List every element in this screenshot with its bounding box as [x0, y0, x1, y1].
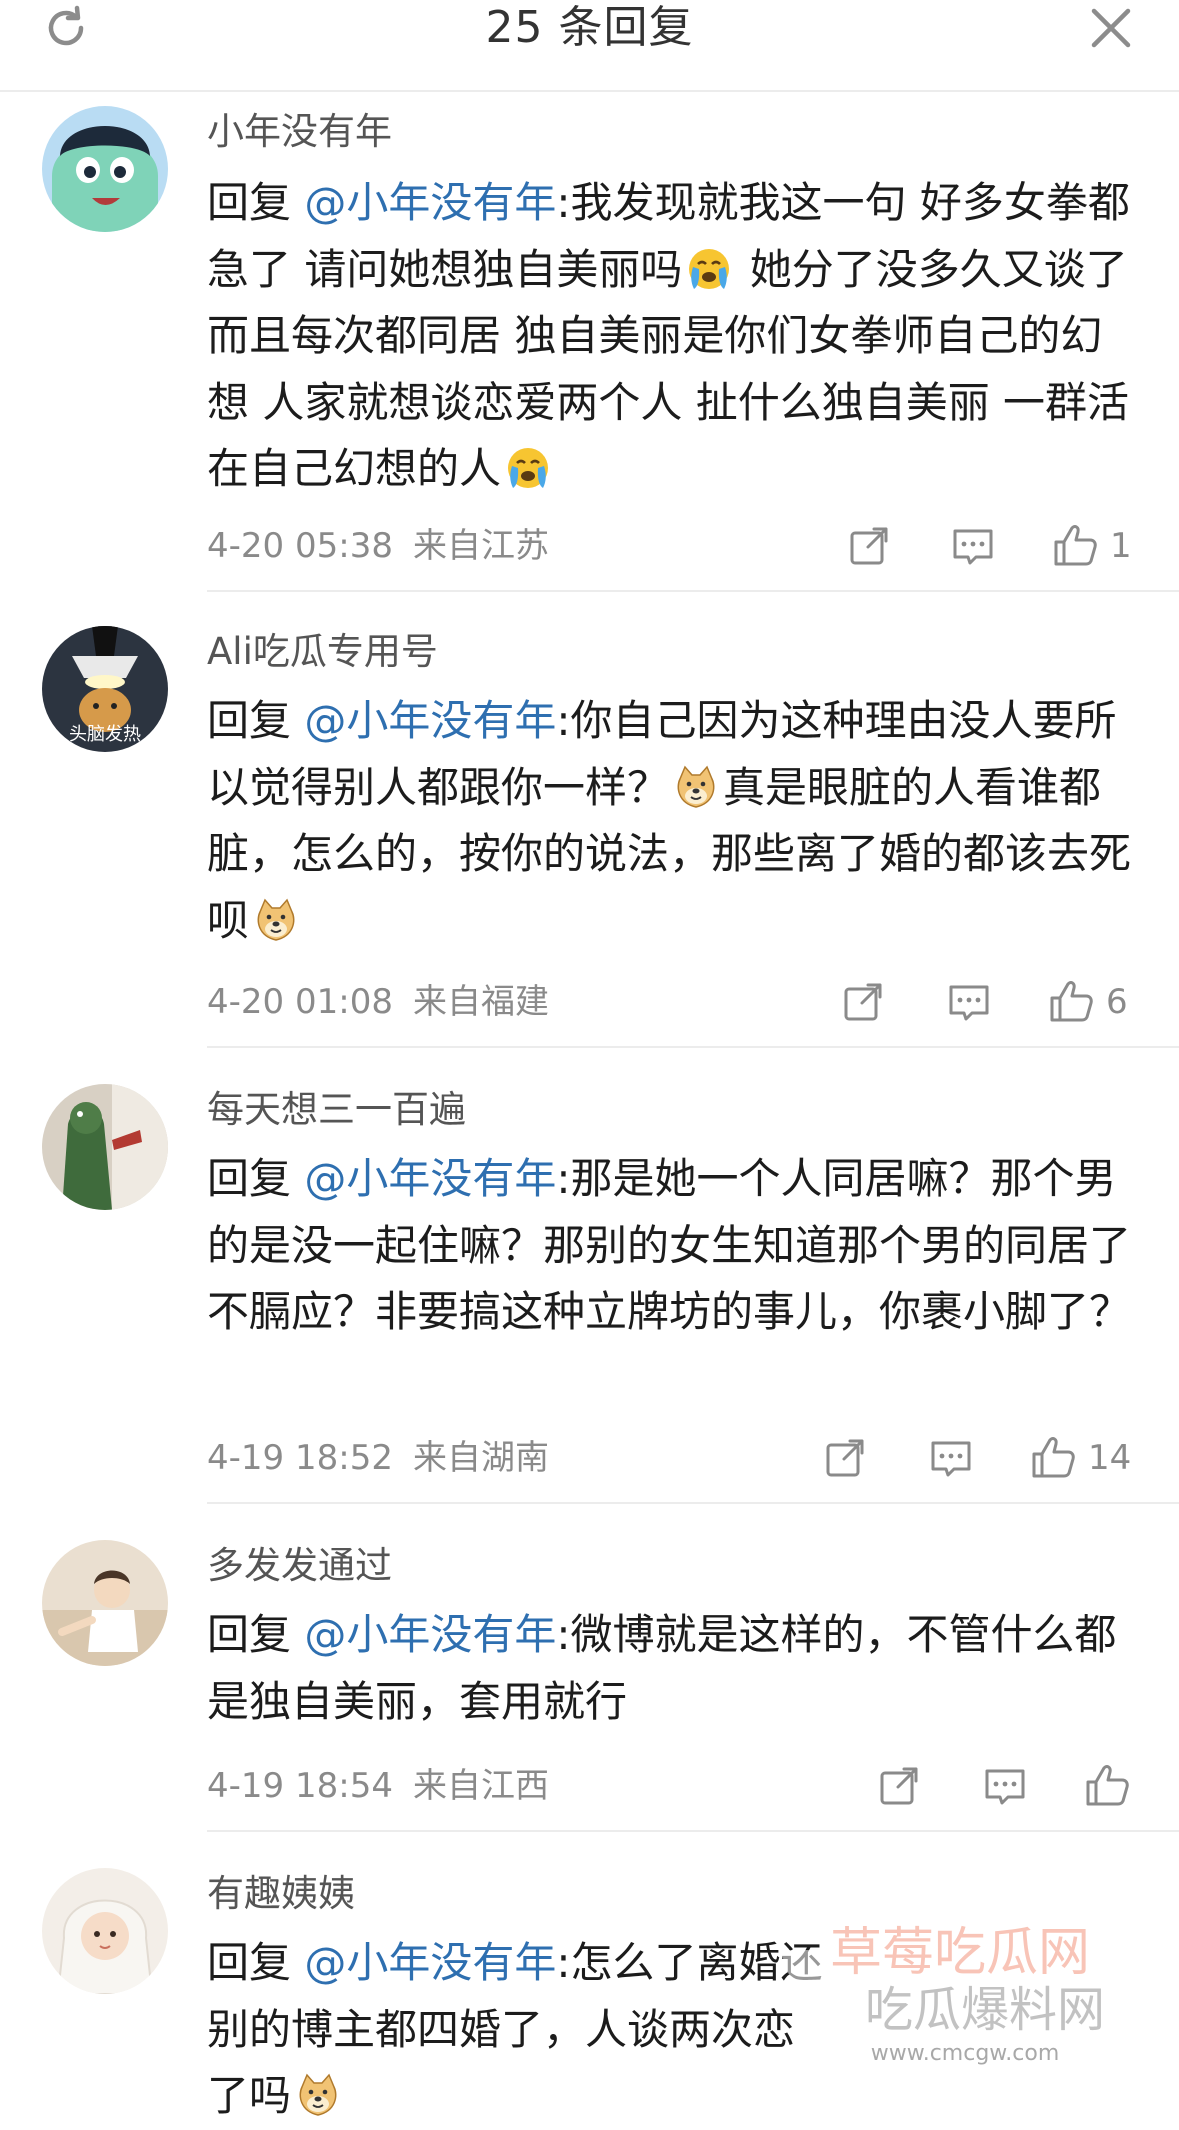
doge-emoji: [299, 2074, 337, 2116]
comment-meta: 4-20 01:08 来自福建: [207, 978, 549, 1026]
doge-emoji: [257, 898, 295, 941]
mention-link[interactable]: @小年没有年: [304, 696, 556, 745]
mention-link[interactable]: @小年没有年: [304, 178, 556, 227]
reply-header: 25 条回复: [0, 0, 1179, 92]
avatar[interactable]: [42, 1868, 168, 1994]
thumbs-up-icon: [1054, 525, 1097, 566]
username[interactable]: 多发发通过: [207, 1542, 392, 1590]
share-icon: [844, 983, 882, 1021]
like-count: 6: [1106, 982, 1128, 1022]
location: 来自江苏: [412, 526, 549, 566]
comment-item: 每天想三一百遍 回复 @小年没有年:那是她一个人同居嘛？那个男的是没一起住嘛？那…: [0, 1048, 1179, 1504]
share-icon: [880, 1767, 918, 1805]
share-button[interactable]: [822, 1434, 868, 1482]
timestamp: 4-19 18:54: [207, 1766, 393, 1806]
crying-emoji: [506, 446, 550, 490]
comment-text: 回复 @小年没有年:怎么了离婚还 别的博主都四婚了，人谈两次恋 了吗: [207, 1938, 823, 2120]
share-button[interactable]: [840, 978, 886, 1026]
location: 来自湖南: [412, 1438, 549, 1478]
crying-emoji: [688, 247, 731, 290]
comment-item: 头脑发热 Ali吃瓜专用号 回复 @小年没有年:你自己因为这种理由没人要所以觉得…: [0, 592, 1179, 1048]
share-icon: [850, 527, 888, 565]
doge-emoji: [677, 765, 715, 808]
comment-item: 有趣姨姨 回复 @小年没有年:怎么了离婚还 别的博主都四婚了，人谈两次恋 了吗: [0, 1832, 1179, 2120]
like-button[interactable]: 6: [1048, 978, 1128, 1026]
share-button[interactable]: [876, 1762, 922, 1810]
comment-button[interactable]: [950, 522, 996, 570]
comment-button[interactable]: [982, 1762, 1028, 1810]
avatar[interactable]: [42, 106, 168, 232]
like-count: 1: [1110, 526, 1132, 566]
close-icon[interactable]: [1081, 0, 1141, 56]
comment-text: 回复 @小年没有年:你自己因为这种理由没人要所以觉得别人都跟你一样？ 真是眼脏的人…: [207, 696, 1132, 945]
comment-text: 回复 @小年没有年:微博就是这样的，不管什么都是独自美丽，套用就行: [207, 1610, 1117, 1726]
timestamp: 4-20 05:38: [207, 526, 393, 566]
mention-link[interactable]: @小年没有年: [304, 1938, 556, 1987]
thumbs-up-icon: [1050, 981, 1093, 1022]
comment-button[interactable]: [946, 978, 992, 1026]
comment-icon: [985, 1769, 1025, 1805]
share-icon: [826, 1439, 864, 1477]
like-button[interactable]: 14: [1030, 1434, 1131, 1482]
timestamp: 4-20 01:08: [207, 982, 393, 1022]
username[interactable]: 有趣姨姨: [207, 1870, 355, 1918]
comment-icon: [949, 985, 989, 1021]
comment-icon: [931, 1441, 971, 1477]
thumbs-up-icon: [1032, 1437, 1075, 1478]
like-count: 14: [1088, 1438, 1132, 1478]
timestamp: 4-19 18:52: [207, 1438, 393, 1478]
username[interactable]: Ali吃瓜专用号: [207, 628, 438, 676]
location: 来自江西: [412, 1766, 549, 1806]
mention-link[interactable]: @小年没有年: [304, 1154, 556, 1203]
page-title: 25 条回复: [485, 2, 694, 53]
avatar[interactable]: [42, 1540, 168, 1666]
mention-link[interactable]: @小年没有年: [304, 1610, 556, 1659]
username[interactable]: 小年没有年: [207, 108, 392, 156]
avatar[interactable]: 头脑发热: [42, 626, 168, 752]
thumbs-up-icon: [1086, 1765, 1129, 1806]
comment-text: 回复 @小年没有年:那是她一个人同居嘛？那个男的是没一起住嘛？那别的女生知道那个…: [207, 1154, 1132, 1336]
username[interactable]: 每天想三一百遍: [207, 1086, 466, 1134]
comment-meta: 4-19 18:52 来自湖南: [207, 1434, 549, 1482]
comment-button[interactable]: [928, 1434, 974, 1482]
like-button[interactable]: [1084, 1762, 1132, 1810]
like-button[interactable]: 1: [1052, 522, 1132, 570]
location: 来自福建: [412, 982, 549, 1022]
comment-text: 回复 @小年没有年:我发现就我这一句 好多女拳都急了 请问她想独自美丽吗 她分了…: [207, 178, 1130, 493]
comment-item: 多发发通过 回复 @小年没有年:微博就是这样的，不管什么都是独自美丽，套用就行 …: [0, 1504, 1179, 1832]
comment-meta: 4-19 18:54 来自江西: [207, 1762, 549, 1810]
share-button[interactable]: [846, 522, 892, 570]
avatar[interactable]: [42, 1084, 168, 1210]
comment-icon: [953, 529, 993, 565]
comment-meta: 4-20 05:38 来自江苏: [207, 522, 549, 570]
comment-item: 小年没有年 回复 @小年没有年:我发现就我这一句 好多女拳都急了 请问她想独自美…: [0, 90, 1179, 592]
avatar-caption: 头脑发热: [69, 724, 141, 745]
